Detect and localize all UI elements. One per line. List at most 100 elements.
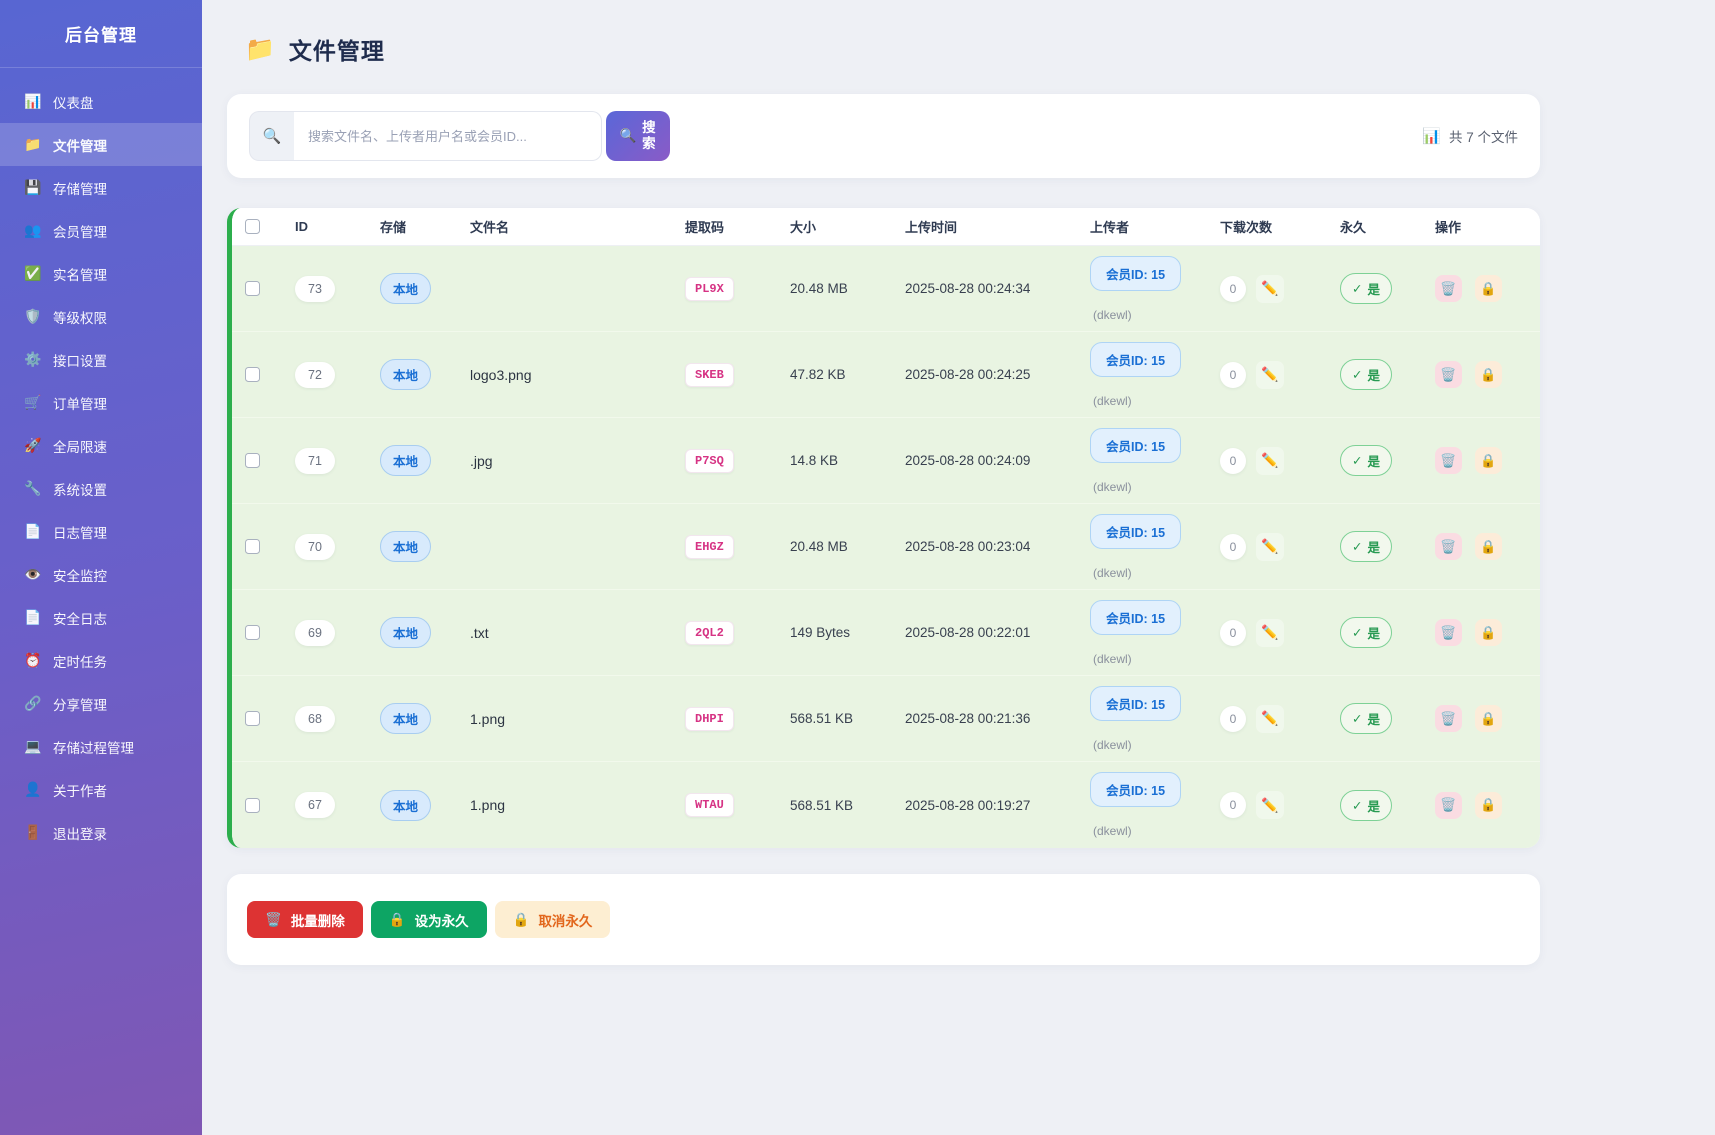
extract-code-badge: P7SQ	[685, 449, 734, 473]
upload-time: 2025-08-28 00:24:25	[905, 367, 1030, 382]
lock-file-button[interactable]: 🔒	[1475, 533, 1502, 560]
sidebar-item-security-log[interactable]: 📄 安全日志	[0, 596, 202, 639]
delete-file-button[interactable]: 🗑️	[1435, 533, 1462, 560]
row-checkbox[interactable]	[245, 625, 260, 640]
edit-downloads-button[interactable]: ✏️	[1256, 447, 1284, 475]
lock-file-button[interactable]: 🔒	[1475, 275, 1502, 302]
sidebar-item-share-management[interactable]: 🔗 分享管理	[0, 682, 202, 725]
lock-file-button[interactable]: 🔒	[1475, 361, 1502, 388]
permanent-badge: ✓ 是	[1340, 617, 1392, 648]
sidebar-item-file-management[interactable]: 📁 文件管理	[0, 123, 202, 166]
lock-file-button[interactable]: 🔒	[1475, 619, 1502, 646]
trash-icon: 🗑️	[1440, 797, 1456, 813]
download-count-badge: 0	[1220, 534, 1246, 560]
member-id-badge: 会员ID: 15	[1090, 514, 1181, 549]
permanent-badge: ✓ 是	[1340, 531, 1392, 562]
set-permanent-button[interactable]: 🔒 设为永久	[371, 901, 487, 938]
edit-downloads-button[interactable]: ✏️	[1256, 619, 1284, 647]
sidebar-item-security-monitor[interactable]: 👁️ 安全监控	[0, 553, 202, 596]
sidebar-item-realname-management[interactable]: ✅ 实名管理	[0, 252, 202, 295]
delete-file-button[interactable]: 🗑️	[1435, 275, 1462, 302]
row-checkbox[interactable]	[245, 798, 260, 813]
trash-icon: 🗑️	[1440, 367, 1456, 383]
link-icon: 🔗	[23, 695, 43, 712]
edit-downloads-button[interactable]: ✏️	[1256, 705, 1284, 733]
cart-icon: 🛒	[23, 394, 43, 411]
page-title: 文件管理	[289, 32, 385, 66]
delete-file-button[interactable]: 🗑️	[1435, 447, 1462, 474]
sidebar-item-scheduled-tasks[interactable]: ⏰ 定时任务	[0, 639, 202, 682]
edit-downloads-button[interactable]: ✏️	[1256, 791, 1284, 819]
sidebar-item-global-speed-limit[interactable]: 🚀 全局限速	[0, 424, 202, 467]
delete-file-button[interactable]: 🗑️	[1435, 619, 1462, 646]
trash-icon: 🗑️	[1440, 453, 1456, 469]
sidebar-item-logout[interactable]: 🚪 退出登录	[0, 811, 202, 854]
sidebar-item-system-settings[interactable]: 🔧 系统设置	[0, 467, 202, 510]
delete-file-button[interactable]: 🗑️	[1435, 361, 1462, 388]
permanent-badge: ✓ 是	[1340, 445, 1392, 476]
document-icon: 📄	[23, 523, 43, 540]
row-checkbox[interactable]	[245, 367, 260, 382]
file-size: 20.48 MB	[790, 281, 848, 296]
sidebar-item-stored-procedure-management[interactable]: 💻 存储过程管理	[0, 725, 202, 768]
upload-time: 2025-08-28 00:24:34	[905, 281, 1030, 296]
cancel-permanent-button[interactable]: 🔒 取消永久	[495, 901, 611, 938]
sidebar-nav: 📊 仪表盘 📁 文件管理 💾 存储管理 👥 会员管理 ✅ 实名管理 🛡️ 等级权…	[0, 68, 202, 854]
col-header-downloads: 下载次数	[1207, 217, 1327, 236]
lock-icon: 🔒	[1480, 281, 1496, 297]
users-icon: 👥	[23, 222, 43, 239]
search-button[interactable]: 🔍 搜索	[606, 111, 670, 161]
file-id-badge: 67	[295, 792, 335, 818]
file-size: 149 Bytes	[790, 625, 850, 640]
file-id-badge: 73	[295, 276, 335, 302]
lock-file-button[interactable]: 🔒	[1475, 792, 1502, 819]
lock-file-button[interactable]: 🔒	[1475, 447, 1502, 474]
row-checkbox[interactable]	[245, 539, 260, 554]
search-input[interactable]	[294, 111, 602, 161]
uploader-username: (dkewl)	[1090, 738, 1132, 752]
sidebar-item-member-management[interactable]: 👥 会员管理	[0, 209, 202, 252]
sidebar-item-log-management[interactable]: 📄 日志管理	[0, 510, 202, 553]
sidebar-item-order-management[interactable]: 🛒 订单管理	[0, 381, 202, 424]
sidebar-item-api-settings[interactable]: ⚙️ 接口设置	[0, 338, 202, 381]
sidebar-item-level-permission[interactable]: 🛡️ 等级权限	[0, 295, 202, 338]
delete-file-button[interactable]: 🗑️	[1435, 705, 1462, 732]
filename: logo3.png	[470, 367, 532, 383]
row-checkbox[interactable]	[245, 711, 260, 726]
check-icon: ✓	[1352, 367, 1362, 382]
lock-icon: 🔒	[1480, 625, 1496, 641]
batch-actions-bar: 🗑️ 批量删除 🔒 设为永久 🔒 取消永久	[227, 874, 1540, 965]
member-id-badge: 会员ID: 15	[1090, 686, 1181, 721]
edit-downloads-button[interactable]: ✏️	[1256, 533, 1284, 561]
delete-file-button[interactable]: 🗑️	[1435, 792, 1462, 819]
row-checkbox[interactable]	[245, 453, 260, 468]
sidebar-item-about-author[interactable]: 👤 关于作者	[0, 768, 202, 811]
sidebar-item-storage-management[interactable]: 💾 存储管理	[0, 166, 202, 209]
check-box-icon: ✅	[23, 265, 43, 282]
extract-code-badge: DHPI	[685, 707, 734, 731]
upload-time: 2025-08-28 00:19:27	[905, 798, 1030, 813]
row-checkbox[interactable]	[245, 281, 260, 296]
edit-downloads-button[interactable]: ✏️	[1256, 275, 1284, 303]
file-table: ID 存储 文件名 提取码 大小 上传时间 上传者 下载次数 永久 操作 73 …	[227, 208, 1540, 848]
extract-code-badge: EHGZ	[685, 535, 734, 559]
col-header-storage: 存储	[367, 217, 457, 236]
batch-delete-button[interactable]: 🗑️ 批量删除	[247, 901, 363, 938]
person-icon: 👤	[23, 781, 43, 798]
trash-icon: 🗑️	[1440, 281, 1456, 297]
pencil-icon: ✏️	[1261, 366, 1278, 383]
filename: 1.png	[470, 797, 505, 813]
file-id-badge: 72	[295, 362, 335, 388]
col-header-uploader: 上传者	[1077, 217, 1207, 236]
select-all-checkbox[interactable]	[245, 219, 260, 234]
edit-downloads-button[interactable]: ✏️	[1256, 361, 1284, 389]
filename: .txt	[470, 625, 489, 641]
search-icon: 🔍	[249, 111, 294, 161]
sidebar-item-dashboard[interactable]: 📊 仪表盘	[0, 80, 202, 123]
storage-badge: 本地	[380, 790, 431, 821]
lock-icon: 🔒	[513, 912, 530, 928]
lock-file-button[interactable]: 🔒	[1475, 705, 1502, 732]
eye-icon: 👁️	[23, 566, 43, 583]
laptop-icon: 💻	[23, 738, 43, 755]
check-icon: ✓	[1352, 798, 1362, 813]
